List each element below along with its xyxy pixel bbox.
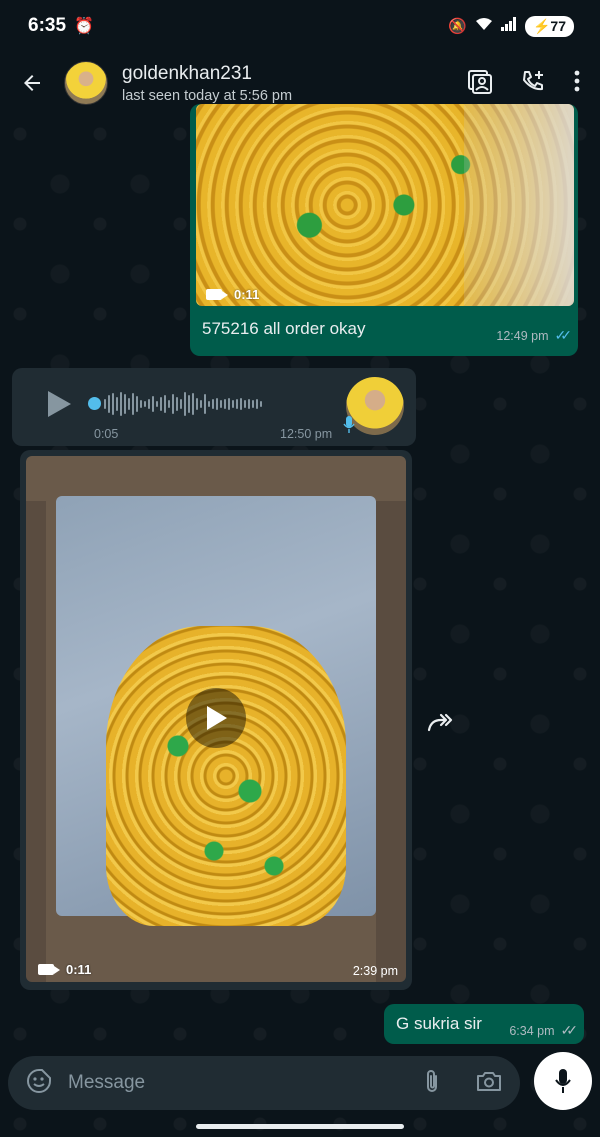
video-duration-badge: 0:11 <box>206 287 259 302</box>
wifi-icon <box>475 17 493 35</box>
alarm-icon: ⏰ <box>74 18 94 35</box>
video-call-button[interactable] <box>466 68 492 99</box>
video-thumbnail[interactable] <box>196 104 574 306</box>
message-video-outgoing[interactable]: 0:11 575216 all order okay 12:49 pm ✓✓ <box>190 104 578 356</box>
status-bar: 6:35 ⏰ 🔕 ⚡77 <box>0 0 600 52</box>
contact-name: goldenkhan231 <box>122 62 252 84</box>
microphone-icon <box>555 1069 571 1093</box>
message-meta: 6:34 pm ✓✓ <box>509 1022 579 1039</box>
paperclip-icon <box>427 1069 437 1092</box>
message-input[interactable] <box>68 1072 424 1094</box>
sticker-icon <box>27 1068 51 1093</box>
message-video-incoming[interactable]: 0:11 2:39 pm <box>20 450 412 990</box>
message-composer <box>8 1056 520 1110</box>
forward-arrow-icon <box>427 713 453 732</box>
battery-level: 77 <box>550 17 566 34</box>
home-indicator[interactable] <box>196 1124 404 1129</box>
forward-button[interactable] <box>420 702 460 742</box>
video-thumbnail[interactable] <box>26 456 406 982</box>
arrow-left-icon <box>24 75 40 91</box>
video-camera-icon <box>38 964 60 975</box>
message-text: G sukria sir <box>396 1014 482 1033</box>
voice-waveform[interactable] <box>104 388 262 420</box>
message-time: 12:49 pm <box>496 328 549 343</box>
chat-area[interactable]: 0:11 575216 all order okay 12:49 pm ✓✓ 0… <box>0 104 600 1137</box>
signal-icon <box>500 17 517 35</box>
voice-record-button[interactable] <box>534 1052 592 1110</box>
message-meta: 12:49 pm ✓✓ <box>496 327 573 344</box>
attach-button[interactable] <box>424 1068 440 1099</box>
message-time: 2:39 pm <box>352 964 398 978</box>
voice-elapsed: 0:05 <box>94 427 119 441</box>
more-options-button[interactable] <box>574 70 580 97</box>
contact-info[interactable]: goldenkhan231 last seen today at 5:56 pm <box>122 63 292 104</box>
message-meta: 2:39 pm <box>353 964 398 978</box>
emoji-button[interactable] <box>26 1068 52 1099</box>
play-icon <box>207 706 227 730</box>
video-duration: 0:11 <box>234 287 260 302</box>
play-video-button[interactable] <box>186 688 246 748</box>
contact-card-icon <box>468 69 492 94</box>
more-vertical-icon <box>574 70 580 91</box>
last-seen-status: last seen today at 5:56 pm <box>122 87 293 104</box>
microphone-icon <box>343 416 355 437</box>
battery-indicator: ⚡77 <box>524 15 574 37</box>
camera-icon <box>477 1071 501 1091</box>
back-button[interactable] <box>14 65 50 101</box>
beads-image <box>106 626 346 926</box>
status-time: 6:35 <box>28 15 67 36</box>
camera-button[interactable] <box>476 1070 502 1097</box>
phone-plus-icon <box>523 70 543 90</box>
double-check-icon: ✓✓ <box>560 1022 579 1038</box>
double-check-icon: ✓✓ <box>554 327 573 343</box>
voice-progress-dot[interactable] <box>88 397 101 410</box>
video-camera-icon <box>206 289 228 300</box>
contact-avatar[interactable] <box>64 61 108 105</box>
mute-icon: 🔕 <box>448 18 467 35</box>
message-text-outgoing[interactable]: G sukria sir 6:34 pm ✓✓ <box>384 1004 584 1044</box>
play-icon <box>48 391 71 417</box>
video-duration-badge: 0:11 <box>38 962 91 977</box>
video-duration: 0:11 <box>66 962 92 977</box>
play-voice-button[interactable] <box>46 390 72 423</box>
message-voice-incoming[interactable]: 0:05 12:50 pm <box>12 368 416 446</box>
message-time: 6:34 pm <box>509 1023 555 1038</box>
add-call-button[interactable] <box>520 68 546 99</box>
message-time: 12:50 pm <box>280 427 333 441</box>
bag-texture <box>464 104 574 306</box>
message-caption: 575216 all order okay <box>202 319 366 338</box>
